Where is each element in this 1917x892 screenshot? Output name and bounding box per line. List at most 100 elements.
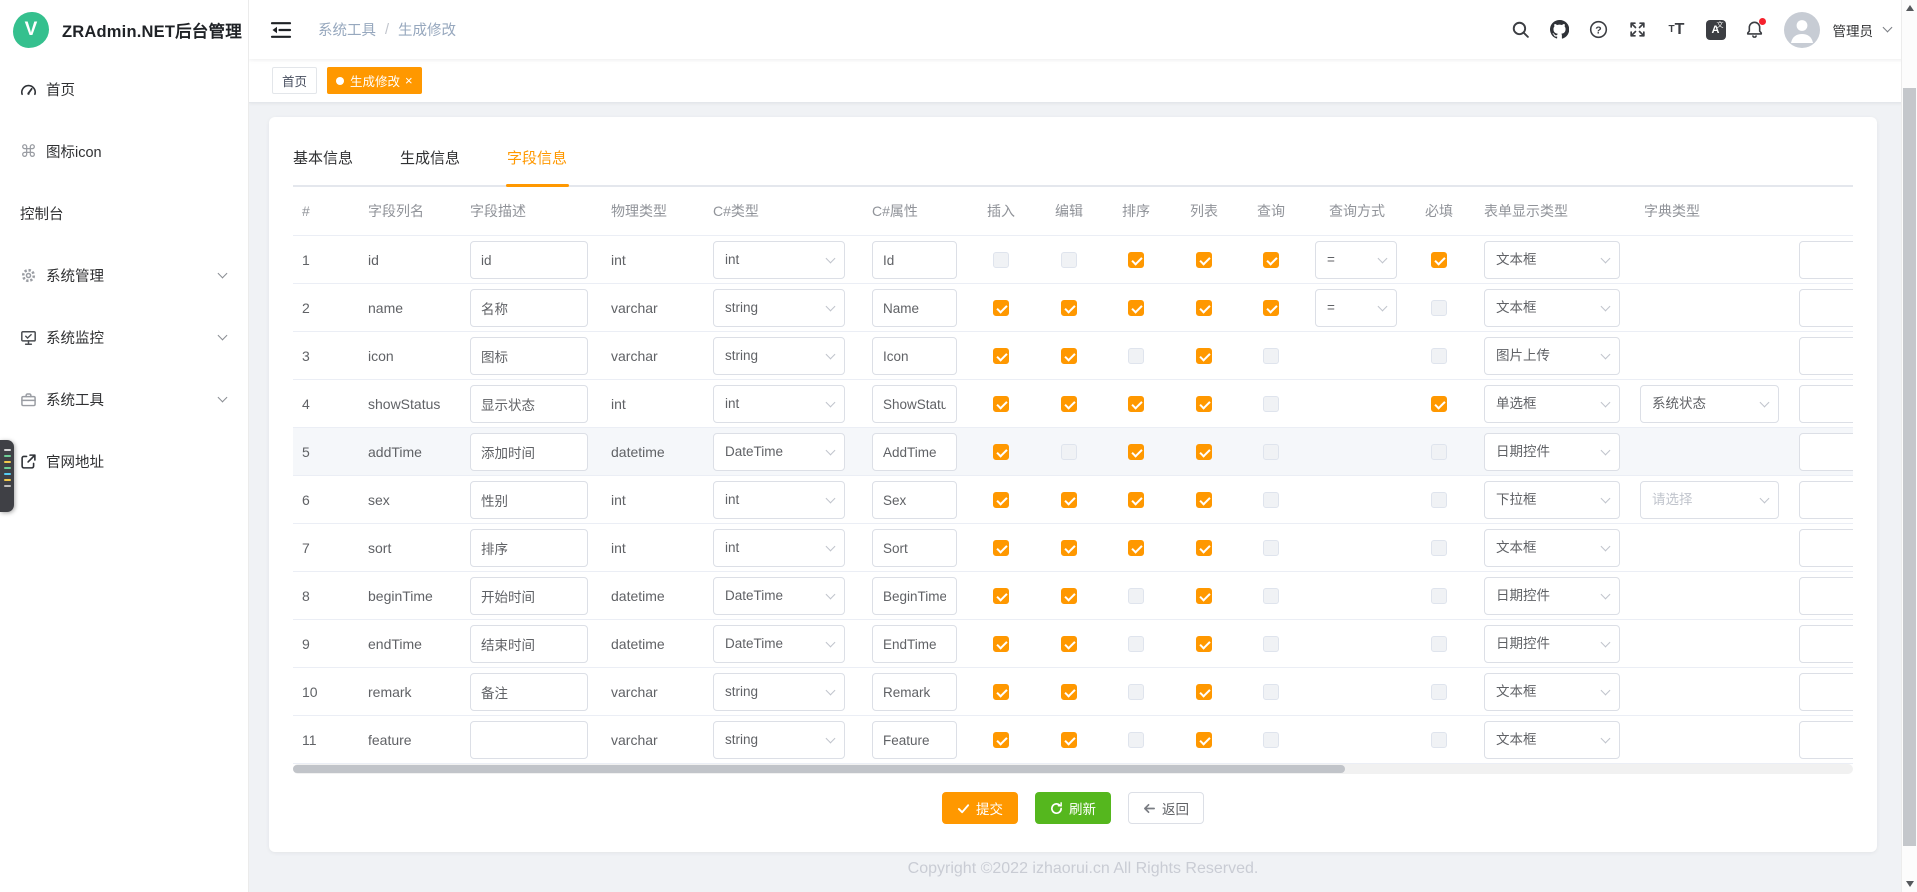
tag-home[interactable]: 首页 (272, 67, 317, 94)
horizontal-scrollbar-thumb[interactable] (293, 765, 1345, 773)
list-checkbox[interactable] (1196, 396, 1212, 412)
column-desc-input[interactable] (471, 434, 587, 470)
sidebar-item-system-tools[interactable]: 系统工具 (0, 371, 248, 427)
list-checkbox[interactable] (1196, 540, 1212, 556)
csharp-type-select[interactable]: int (713, 241, 845, 279)
sort-checkbox[interactable] (1128, 588, 1144, 604)
list-checkbox[interactable] (1196, 636, 1212, 652)
form-type-select[interactable]: 文本框 (1484, 529, 1620, 567)
extra-input[interactable] (1800, 386, 1853, 422)
column-desc-input[interactable] (471, 530, 587, 566)
extra-input[interactable] (1800, 674, 1853, 710)
insert-checkbox[interactable] (993, 732, 1009, 748)
translate-icon[interactable]: A文 (1706, 20, 1726, 40)
required-checkbox[interactable] (1431, 684, 1447, 700)
csharp-attr-input[interactable] (873, 338, 956, 374)
back-button[interactable]: 返回 (1128, 792, 1204, 824)
scroll-up-arrow-icon[interactable] (1906, 5, 1914, 11)
extra-input[interactable] (1800, 626, 1853, 662)
csharp-attr-input[interactable] (873, 578, 956, 614)
extra-input[interactable] (1800, 338, 1853, 374)
close-icon[interactable]: × (405, 74, 413, 87)
edit-checkbox[interactable] (1061, 396, 1077, 412)
query-checkbox[interactable] (1263, 588, 1279, 604)
fullscreen-icon[interactable] (1628, 20, 1648, 40)
query-checkbox[interactable] (1263, 492, 1279, 508)
csharp-type-select[interactable]: int (713, 529, 845, 567)
form-type-select[interactable]: 日期控件 (1484, 433, 1620, 471)
extra-input[interactable] (1800, 578, 1853, 614)
csharp-attr-input[interactable] (873, 626, 956, 662)
edit-checkbox[interactable] (1061, 252, 1077, 268)
required-checkbox[interactable] (1431, 540, 1447, 556)
edit-checkbox[interactable] (1061, 492, 1077, 508)
insert-checkbox[interactable] (993, 444, 1009, 460)
csharp-attr-input[interactable] (873, 290, 956, 326)
sort-checkbox[interactable] (1128, 252, 1144, 268)
chevron-down-icon[interactable] (1883, 23, 1893, 33)
edit-checkbox[interactable] (1061, 348, 1077, 364)
extra-input[interactable] (1800, 722, 1853, 758)
refresh-button[interactable]: 刷新 (1035, 792, 1111, 824)
edit-checkbox[interactable] (1061, 540, 1077, 556)
form-type-select[interactable]: 图片上传 (1484, 337, 1620, 375)
required-checkbox[interactable] (1431, 636, 1447, 652)
edit-checkbox[interactable] (1061, 684, 1077, 700)
extra-input[interactable] (1800, 242, 1853, 278)
edit-checkbox[interactable] (1061, 444, 1077, 460)
sidebar-item-system-monitor[interactable]: 系统监控 (0, 309, 248, 365)
csharp-type-select[interactable]: DateTime (713, 577, 845, 615)
sidebar-fold-icon[interactable] (270, 21, 292, 39)
sort-checkbox[interactable] (1128, 636, 1144, 652)
horizontal-scrollbar[interactable] (293, 764, 1853, 774)
theme-panel-handle[interactable] (0, 440, 14, 512)
form-type-select[interactable]: 文本框 (1484, 241, 1620, 279)
sidebar-item-icons[interactable]: ⌘ 图标icon (0, 123, 248, 179)
extra-input[interactable] (1800, 434, 1853, 470)
list-checkbox[interactable] (1196, 444, 1212, 460)
font-size-icon[interactable]: TT (1667, 20, 1687, 40)
edit-checkbox[interactable] (1061, 636, 1077, 652)
column-desc-input[interactable] (471, 578, 587, 614)
query-mode-select[interactable]: = (1315, 241, 1397, 279)
query-checkbox[interactable] (1263, 732, 1279, 748)
sidebar-item-official-site[interactable]: 官网地址 (0, 433, 248, 489)
tab-field-info[interactable]: 字段信息 (507, 141, 567, 185)
list-checkbox[interactable] (1196, 492, 1212, 508)
sort-checkbox[interactable] (1128, 444, 1144, 460)
form-type-select[interactable]: 文本框 (1484, 289, 1620, 327)
scroll-down-arrow-icon[interactable] (1906, 881, 1914, 887)
query-checkbox[interactable] (1263, 348, 1279, 364)
csharp-attr-input[interactable] (873, 386, 956, 422)
form-type-select[interactable]: 文本框 (1484, 721, 1620, 759)
submit-button[interactable]: 提交 (942, 792, 1018, 824)
help-icon[interactable]: ? (1589, 20, 1609, 40)
form-type-select[interactable]: 下拉框 (1484, 481, 1620, 519)
sidebar-item-home[interactable]: 首页 (0, 61, 248, 117)
column-desc-input[interactable] (471, 242, 587, 278)
query-checkbox[interactable] (1263, 396, 1279, 412)
list-checkbox[interactable] (1196, 684, 1212, 700)
list-checkbox[interactable] (1196, 300, 1212, 316)
app-logo[interactable]: V ZRAdmin.NET后台管理 (0, 0, 248, 59)
sort-checkbox[interactable] (1128, 348, 1144, 364)
tag-generate-edit[interactable]: 生成修改 × (327, 67, 422, 94)
insert-checkbox[interactable] (993, 396, 1009, 412)
dict-type-select[interactable]: 系统状态 (1640, 385, 1779, 423)
sidebar-item-console[interactable]: 控制台 (0, 185, 248, 241)
column-desc-input[interactable] (471, 482, 587, 518)
insert-checkbox[interactable] (993, 588, 1009, 604)
tab-generate-info[interactable]: 生成信息 (400, 141, 460, 185)
csharp-type-select[interactable]: DateTime (713, 625, 845, 663)
csharp-attr-input[interactable] (873, 530, 956, 566)
list-checkbox[interactable] (1196, 588, 1212, 604)
form-type-select[interactable]: 单选框 (1484, 385, 1620, 423)
query-checkbox[interactable] (1263, 540, 1279, 556)
required-checkbox[interactable] (1431, 588, 1447, 604)
sort-checkbox[interactable] (1128, 684, 1144, 700)
query-mode-select[interactable]: = (1315, 289, 1397, 327)
extra-input[interactable] (1800, 290, 1853, 326)
sort-checkbox[interactable] (1128, 300, 1144, 316)
sort-checkbox[interactable] (1128, 732, 1144, 748)
csharp-type-select[interactable]: int (713, 385, 845, 423)
